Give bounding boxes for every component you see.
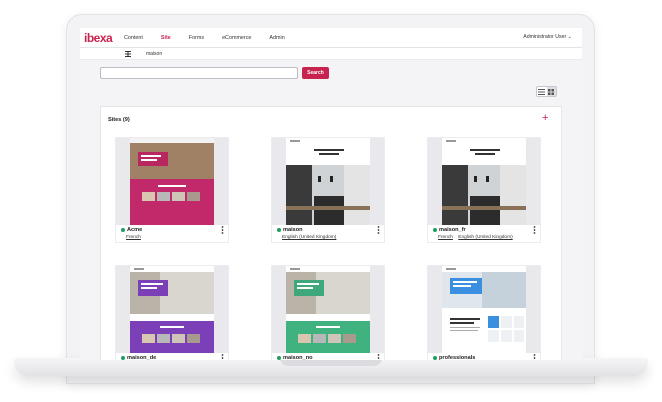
site-preview-thumbnail[interactable] xyxy=(272,138,384,225)
product-illustration: ibexa Content Site Forms eCommerce Admin… xyxy=(0,0,662,402)
site-card[interactable]: maison_fr French English (United Kingdom… xyxy=(427,137,541,243)
site-languages: French English (United Kingdom) xyxy=(438,235,517,240)
site-preview-thumbnail[interactable] xyxy=(272,266,384,353)
site-card[interactable]: maison English (United Kingdom) xyxy=(271,137,385,243)
site-preview-thumbnail[interactable] xyxy=(428,266,540,353)
current-site-label: maison xyxy=(146,51,163,57)
language-link[interactable]: English (United Kingdom) xyxy=(282,235,336,240)
plus-icon[interactable]: + xyxy=(542,113,548,124)
user-menu[interactable]: Administrator User ⌄ xyxy=(523,34,572,40)
app-screen: ibexa Content Site Forms eCommerce Admin… xyxy=(80,28,582,360)
more-options-icon[interactable] xyxy=(221,226,224,234)
site-card[interactable]: maison_de xyxy=(115,265,229,360)
site-preview-thumbnail[interactable] xyxy=(116,138,228,225)
status-indicator xyxy=(433,356,437,360)
status-indicator xyxy=(277,228,281,232)
grid-view-icon[interactable] xyxy=(546,87,556,96)
ibexa-logo[interactable]: ibexa xyxy=(84,31,118,45)
status-indicator xyxy=(121,228,125,232)
nav-ecommerce[interactable]: eCommerce xyxy=(222,35,251,41)
site-name[interactable]: maison_fr xyxy=(439,227,466,233)
more-options-icon[interactable] xyxy=(533,226,536,234)
sites-title: Sites (9) xyxy=(108,117,130,123)
site-languages: English (United Kingdom) xyxy=(282,235,340,240)
site-card[interactable]: maison_no xyxy=(271,265,385,360)
user-name: Administrator User xyxy=(523,34,567,40)
chevron-down-icon: ⌄ xyxy=(567,34,572,40)
more-options-icon[interactable] xyxy=(221,354,224,360)
search-button[interactable]: Search xyxy=(302,67,329,79)
status-indicator xyxy=(433,228,437,232)
site-card[interactable]: professionals xyxy=(427,265,541,360)
status-indicator xyxy=(121,356,125,360)
site-languages: French xyxy=(126,235,145,240)
more-options-icon[interactable] xyxy=(377,226,380,234)
view-toggle xyxy=(536,86,557,97)
sub-navigation: maison xyxy=(80,48,582,60)
top-navigation: ibexa Content Site Forms eCommerce Admin… xyxy=(80,28,582,48)
nav-forms[interactable]: Forms xyxy=(189,35,204,41)
more-options-icon[interactable] xyxy=(533,354,536,360)
language-link[interactable]: French xyxy=(438,235,453,240)
site-name[interactable]: Acme xyxy=(127,227,142,233)
site-card[interactable]: Acme French xyxy=(115,137,229,243)
more-options-icon[interactable] xyxy=(377,354,380,360)
language-link[interactable]: English (United Kingdom) xyxy=(458,235,512,240)
site-preview-thumbnail[interactable] xyxy=(116,266,228,353)
list-view-icon[interactable] xyxy=(537,87,547,96)
sites-panel: Sites (9) + Acme French maison English (… xyxy=(100,106,562,360)
site-name[interactable]: maison xyxy=(283,227,303,233)
language-link[interactable]: French xyxy=(126,235,141,240)
site-name[interactable]: maison_de xyxy=(127,355,156,361)
grid-icon[interactable] xyxy=(125,51,131,57)
status-indicator xyxy=(277,356,281,360)
nav-site[interactable]: Site xyxy=(161,35,171,41)
nav-content[interactable]: Content xyxy=(124,35,143,41)
search-input[interactable] xyxy=(100,67,298,79)
nav-admin[interactable]: Admin xyxy=(269,35,284,41)
site-name[interactable]: maison_no xyxy=(283,355,313,361)
site-name[interactable]: professionals xyxy=(439,355,475,361)
site-preview-thumbnail[interactable] xyxy=(428,138,540,225)
